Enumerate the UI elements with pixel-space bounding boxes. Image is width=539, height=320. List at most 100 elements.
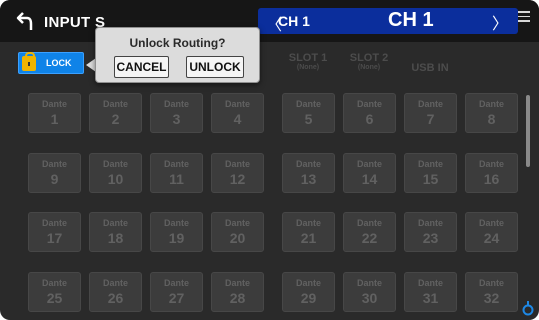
input-source-button[interactable]: Dante 11 [150, 153, 203, 193]
input-source-button[interactable]: Dante 25 [28, 272, 81, 312]
input-source-button[interactable]: Dante 21 [282, 212, 335, 252]
channel-name-small[interactable]: CH 1 [278, 13, 310, 29]
source-label: Dante [478, 99, 504, 109]
cancel-button[interactable]: CANCEL [114, 56, 169, 78]
source-number: 2 [111, 111, 120, 127]
source-label: Dante [163, 278, 189, 288]
source-label: Dante [295, 278, 321, 288]
source-number: 29 [300, 290, 317, 306]
lock-button[interactable]: LOCK [18, 52, 84, 74]
top-bar: INPUT S 〈 CH 1 CH 1 〉 [0, 0, 539, 42]
input-source-button[interactable]: Dante 15 [404, 153, 457, 193]
source-label: Dante [224, 99, 250, 109]
input-source-button[interactable]: Dante 29 [282, 272, 335, 312]
menu-icon[interactable] [518, 11, 530, 25]
source-number: 3 [172, 111, 181, 127]
source-number: 19 [168, 230, 185, 246]
source-label: Dante [102, 99, 128, 109]
input-source-button[interactable]: Dante 23 [404, 212, 457, 252]
source-label: Dante [417, 159, 443, 169]
source-number: 28 [229, 290, 246, 306]
source-number: 6 [365, 111, 374, 127]
input-source-button[interactable]: Dante 13 [282, 153, 335, 193]
next-channel-button[interactable]: 〉 [492, 10, 508, 34]
source-label: Dante [224, 159, 250, 169]
source-number: 30 [361, 290, 378, 306]
source-label: Dante [163, 99, 189, 109]
column-header-title: SLOT 1 [288, 52, 328, 64]
source-label: Dante [295, 99, 321, 109]
source-label: Dante [224, 278, 250, 288]
source-number: 17 [46, 230, 63, 246]
source-number: 8 [487, 111, 496, 127]
column-header-sub: (None) [357, 64, 381, 71]
source-number: 9 [50, 171, 59, 187]
source-label: Dante [163, 218, 189, 228]
source-label: Dante [417, 218, 443, 228]
input-source-button[interactable]: Dante 31 [404, 272, 457, 312]
input-source-button[interactable]: Dante 16 [465, 153, 518, 193]
input-source-button[interactable]: Dante 7 [404, 93, 457, 133]
input-source-button[interactable]: Dante 6 [343, 93, 396, 133]
input-source-button[interactable]: Dante 28 [211, 272, 264, 312]
unlock-button[interactable]: UNLOCK [186, 56, 244, 78]
screen: INPUT S 〈 CH 1 CH 1 〉 LOCK SLOT 1 (None)… [0, 0, 539, 320]
input-source-button[interactable]: Dante 17 [28, 212, 81, 252]
source-label: Dante [417, 278, 443, 288]
back-arrow-icon[interactable] [16, 10, 36, 32]
input-source-button[interactable]: Dante 22 [343, 212, 396, 252]
source-label: Dante [295, 218, 321, 228]
padlock-icon [22, 52, 36, 71]
input-source-button[interactable]: Dante 26 [89, 272, 142, 312]
lock-label: LOCK [46, 58, 72, 68]
source-label: Dante [102, 159, 128, 169]
source-label: Dante [478, 218, 504, 228]
input-source-button[interactable]: Dante 18 [89, 212, 142, 252]
source-label: Dante [417, 99, 443, 109]
source-number: 7 [426, 111, 435, 127]
channel-name-large: CH 1 [388, 9, 434, 31]
input-source-button[interactable]: Dante 8 [465, 93, 518, 133]
input-source-button[interactable]: Dante 30 [343, 272, 396, 312]
source-label: Dante [356, 159, 382, 169]
source-number: 13 [300, 171, 317, 187]
source-label: Dante [478, 278, 504, 288]
input-source-button[interactable]: Dante 20 [211, 212, 264, 252]
source-number: 22 [361, 230, 378, 246]
source-label: Dante [41, 278, 67, 288]
source-number: 10 [107, 171, 124, 187]
source-label: Dante [295, 159, 321, 169]
input-source-button[interactable]: Dante 12 [211, 153, 264, 193]
input-source-button[interactable]: Dante 2 [89, 93, 142, 133]
source-label: Dante [224, 218, 250, 228]
input-source-button[interactable]: Dante 4 [211, 93, 264, 133]
dialog-title: Unlock Routing? [129, 36, 226, 50]
input-source-button[interactable]: Dante 3 [150, 93, 203, 133]
input-source-button[interactable]: Dante 1 [28, 93, 81, 133]
input-source-button[interactable]: Dante 5 [282, 93, 335, 133]
source-label: Dante [41, 218, 67, 228]
source-number: 31 [422, 290, 439, 306]
source-number: 24 [483, 230, 500, 246]
source-label: Dante [478, 159, 504, 169]
source-number: 21 [300, 230, 317, 246]
input-source-button[interactable]: Dante 19 [150, 212, 203, 252]
input-source-button[interactable]: Dante 32 [465, 272, 518, 312]
input-source-button[interactable]: Dante 9 [28, 153, 81, 193]
source-number: 11 [169, 171, 184, 187]
source-label: Dante [356, 218, 382, 228]
source-label: Dante [41, 99, 67, 109]
knob-icon[interactable] [522, 300, 534, 316]
unlock-routing-dialog: Unlock Routing? CANCEL UNLOCK [95, 27, 260, 83]
source-number: 27 [168, 290, 185, 306]
source-number: 1 [50, 111, 59, 127]
column-header-slot2: SLOT 2 (None) [343, 52, 395, 71]
source-number: 4 [233, 111, 242, 127]
input-source-button[interactable]: Dante 27 [150, 272, 203, 312]
scrollbar[interactable] [526, 95, 530, 167]
source-number: 18 [107, 230, 124, 246]
source-number: 14 [361, 171, 378, 187]
input-source-button[interactable]: Dante 24 [465, 212, 518, 252]
input-source-button[interactable]: Dante 14 [343, 153, 396, 193]
input-source-button[interactable]: Dante 10 [89, 153, 142, 193]
